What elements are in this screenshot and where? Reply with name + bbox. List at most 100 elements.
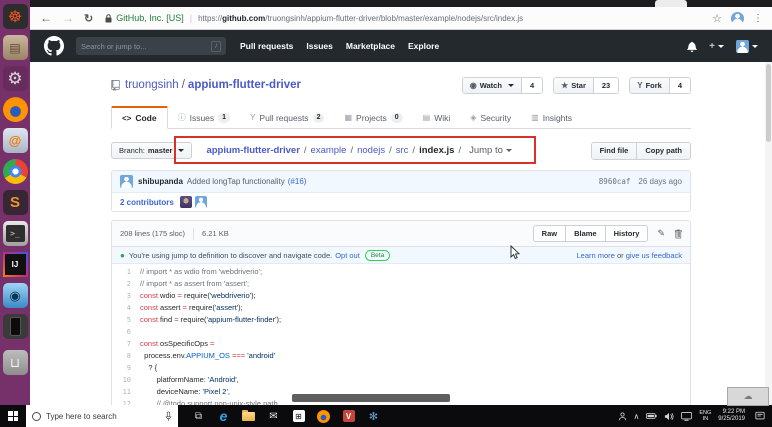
software-center-icon[interactable]: @: [2, 128, 28, 153]
line-number[interactable]: 9: [112, 362, 140, 374]
tab-issues[interactable]: ⓘ Issues 1: [168, 106, 240, 129]
star-count[interactable]: 23: [593, 77, 619, 93]
people-icon[interactable]: [618, 412, 627, 421]
tab-pull-requests[interactable]: Y Pull requests 2: [240, 106, 334, 129]
screen-eye-icon[interactable]: ◉: [2, 283, 28, 308]
tab-projects[interactable]: ▦ Projects 0: [334, 106, 412, 129]
taskbar-app-store[interactable]: ⊞: [286, 405, 311, 427]
tray-expand-caret[interactable]: ∧: [634, 412, 640, 421]
taskbar-app-blue-flower[interactable]: ✻: [361, 405, 386, 427]
commit-pr-link[interactable]: (#16): [288, 177, 307, 186]
start-button[interactable]: [0, 405, 26, 427]
line-number[interactable]: 11: [112, 386, 140, 398]
trash-icon[interactable]: ⊔: [2, 350, 28, 375]
nav-link-issues[interactable]: Issues: [306, 41, 332, 51]
commit-author[interactable]: shibupanda: [138, 177, 183, 186]
edit-pencil-icon[interactable]: ✎: [657, 228, 665, 239]
tab-wiki[interactable]: ▤ Wiki: [413, 106, 461, 129]
contributor-avatar[interactable]: [179, 196, 192, 208]
settings-tools-icon[interactable]: ⚙: [2, 66, 28, 91]
commit-author-avatar[interactable]: [120, 175, 133, 188]
tab-code[interactable]: <> Code: [111, 106, 168, 129]
taskbar-app-red-v[interactable]: V: [336, 405, 361, 427]
raw-button[interactable]: Raw: [533, 226, 566, 241]
chrome-icon[interactable]: [2, 159, 28, 184]
reload-icon[interactable]: ↻: [84, 12, 93, 25]
learn-more-link[interactable]: Learn more: [577, 251, 615, 260]
volume-icon[interactable]: [664, 412, 674, 421]
line-number[interactable]: 2: [112, 278, 140, 290]
taskbar-clock[interactable]: 9:22 PM 9/25/2019: [718, 409, 745, 423]
delete-trash-icon[interactable]: [674, 229, 682, 239]
github-search-input[interactable]: Search or jump to... /: [76, 37, 226, 55]
fork-button[interactable]: Y Fork 4: [629, 76, 691, 94]
language-indicator[interactable]: ENG IN: [699, 410, 711, 422]
tab-security[interactable]: ◈ Security: [460, 106, 521, 129]
line-number[interactable]: 3: [112, 290, 140, 302]
watch-count[interactable]: 4: [521, 77, 543, 93]
forward-icon[interactable]: →: [62, 11, 74, 25]
line-number[interactable]: 7: [112, 338, 140, 350]
ubuntu-logo-icon[interactable]: ☸: [2, 4, 28, 29]
network-display-icon[interactable]: [681, 411, 693, 421]
line-number[interactable]: 4: [112, 302, 140, 314]
create-new-icon[interactable]: +: [709, 41, 724, 52]
commit-sha[interactable]: 8960caf: [599, 177, 631, 186]
taskbar-app-mail[interactable]: ✉: [261, 405, 286, 427]
bell-icon[interactable]: [687, 41, 697, 52]
user-avatar[interactable]: [736, 39, 758, 53]
line-number[interactable]: 5: [112, 314, 140, 326]
page-scrollbar[interactable]: [765, 62, 772, 405]
breadcrumb-link[interactable]: appium-flutter-driver: [206, 145, 299, 156]
back-icon[interactable]: ←: [40, 11, 52, 25]
repo-name-link[interactable]: appium-flutter-driver: [188, 79, 301, 91]
repo-owner-link[interactable]: truongsinh: [125, 79, 179, 91]
branch-selector-button[interactable]: Branch: master: [111, 142, 193, 159]
terminal-icon[interactable]: >_: [2, 221, 28, 246]
breadcrumb-link[interactable]: src: [396, 145, 409, 156]
browser-menu-icon[interactable]: ⋮: [753, 13, 763, 24]
url-text[interactable]: https://github.com/truongsinh/appium-flu…: [198, 14, 704, 23]
tab-insights[interactable]: ▥ Insights: [521, 106, 582, 129]
history-button[interactable]: History: [604, 226, 648, 241]
find-file-button[interactable]: Find file: [591, 142, 637, 159]
battery-icon[interactable]: [646, 412, 657, 420]
breadcrumb-link[interactable]: example: [311, 145, 347, 156]
copy-path-button[interactable]: Copy path: [636, 142, 690, 159]
taskbar-app-edge[interactable]: e: [211, 405, 236, 427]
intellij-idea-icon[interactable]: IJ: [2, 252, 28, 277]
github-logo-icon[interactable]: [44, 36, 64, 56]
firefox-icon[interactable]: [2, 97, 28, 122]
mobile-device-icon[interactable]: [2, 314, 28, 339]
contributors-link[interactable]: 2 contributors: [120, 198, 174, 207]
nav-link-explore[interactable]: Explore: [408, 41, 439, 51]
line-number[interactable]: 1: [112, 266, 140, 278]
nav-link-marketplace[interactable]: Marketplace: [346, 41, 395, 51]
taskbar-search-input[interactable]: Type here to search: [26, 405, 178, 427]
taskbar-app-file-explorer[interactable]: [236, 405, 261, 427]
line-number[interactable]: 12: [112, 398, 140, 405]
watch-button[interactable]: ◉ Watch 4: [461, 76, 544, 94]
bookmark-star-icon[interactable]: ☆: [712, 12, 722, 25]
taskbar-app-firefox[interactable]: [311, 405, 336, 427]
jump-to-dropdown[interactable]: Jump to: [469, 145, 512, 156]
blame-button[interactable]: Blame: [565, 226, 605, 241]
contributor-avatar[interactable]: [194, 196, 207, 208]
fork-count[interactable]: 4: [669, 77, 690, 93]
line-number[interactable]: 10: [112, 374, 140, 386]
file-manager-icon[interactable]: ▤: [2, 35, 28, 60]
browser-profile-avatar[interactable]: [731, 11, 744, 25]
commit-message[interactable]: Added longTap functionality: [187, 177, 285, 186]
nav-link-pull-requests[interactable]: Pull requests: [240, 41, 293, 51]
action-center-icon[interactable]: [752, 411, 768, 421]
opt-out-link[interactable]: Opt out: [335, 251, 360, 260]
scrollbar-thumb[interactable]: [766, 64, 771, 142]
line-number[interactable]: 8: [112, 350, 140, 362]
breadcrumb-link[interactable]: nodejs: [357, 145, 385, 156]
line-number[interactable]: 6: [112, 326, 140, 338]
browser-tab[interactable]: [655, 0, 687, 7]
taskbar-app-task-view[interactable]: ⧉: [186, 405, 211, 427]
sublime-text-icon[interactable]: S: [2, 190, 28, 215]
microphone-icon[interactable]: [165, 411, 172, 422]
cert-label[interactable]: GitHub, Inc. [US]: [116, 13, 184, 23]
